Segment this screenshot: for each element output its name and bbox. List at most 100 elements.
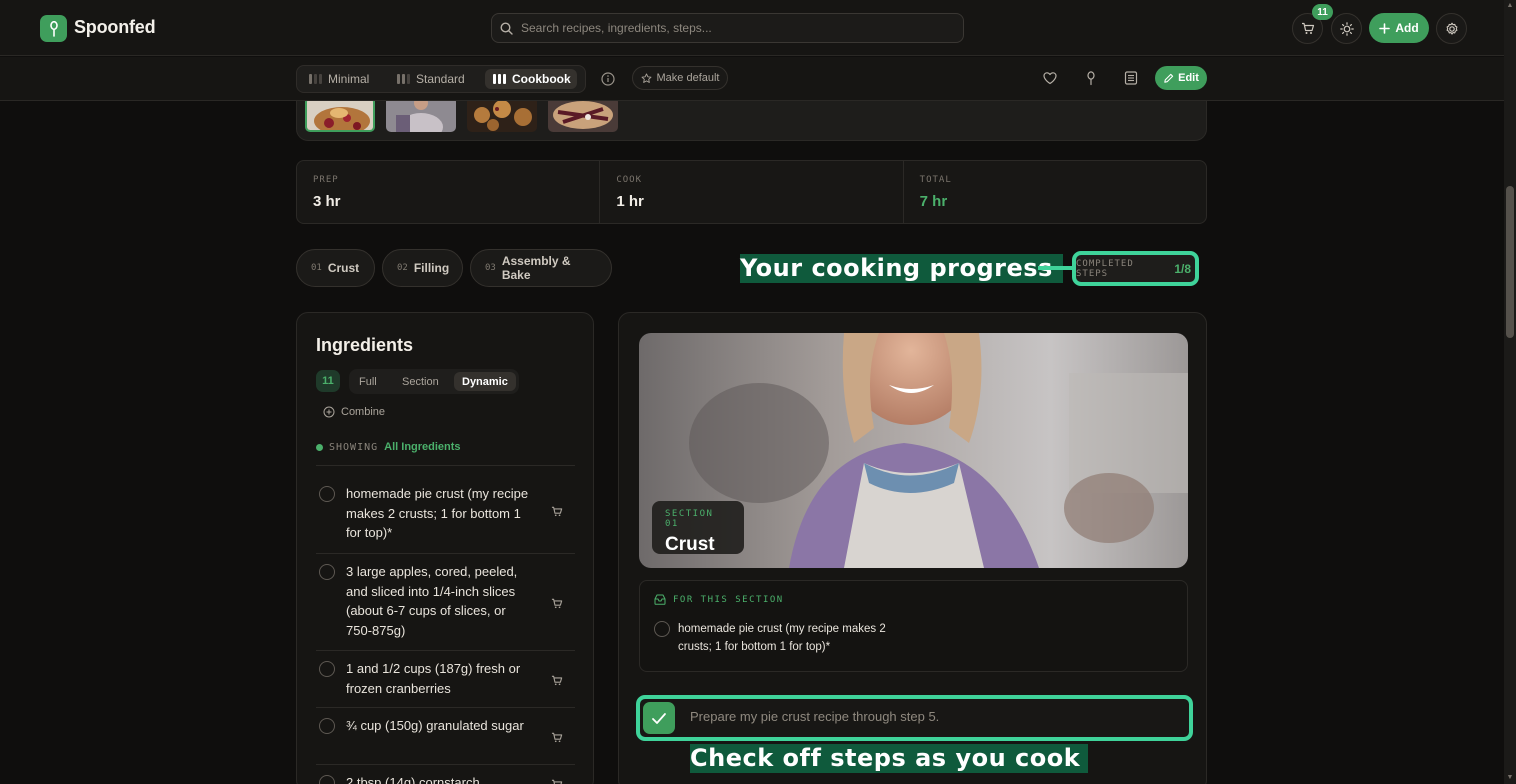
ingredient-checkbox[interactable] [319, 718, 335, 734]
checkmark-icon [651, 712, 667, 725]
for-this-section-header: FOR THIS SECTION [654, 594, 784, 605]
ingredient-text: 1 and 1/2 cups (187g) fresh or frozen cr… [346, 661, 521, 696]
add-to-cart-icon[interactable] [551, 732, 563, 743]
showing-label: SHOWING [329, 441, 379, 453]
ingredient-mode-switcher: Full Section Dynamic [349, 369, 519, 394]
gallery-thumbnail[interactable] [467, 101, 537, 132]
ingredient-checkbox[interactable] [319, 661, 335, 677]
cart-count-badge: 11 [1312, 4, 1333, 20]
cart-icon [1301, 22, 1315, 35]
ingredient-text: 3 large apples, cored, peeled, and slice… [346, 564, 518, 638]
minimal-view-icon [309, 74, 322, 84]
view-standard-tab[interactable]: Standard [389, 69, 471, 89]
total-time-value: 7 hr [919, 193, 948, 210]
cook-time-value: 1 hr [616, 193, 644, 210]
section-tab-label: Assembly & Bake [501, 254, 571, 282]
step-checkbox[interactable] [643, 702, 675, 734]
add-to-cart-icon[interactable] [551, 779, 563, 784]
total-time-label: TOTAL [919, 175, 952, 185]
ingredient-item: 2 tbsp (14g) cornstarch [316, 765, 575, 784]
pencil-icon [1163, 73, 1174, 84]
settings-button[interactable] [1436, 13, 1467, 44]
ingredient-checkbox[interactable] [319, 564, 335, 580]
star-icon [641, 72, 652, 84]
scrollbar[interactable] [1504, 0, 1516, 784]
sun-icon [1339, 21, 1354, 36]
section-tab-label: Crust [327, 261, 360, 275]
make-default-button[interactable]: Make default [632, 66, 728, 90]
tray-icon [654, 594, 666, 605]
section-tab-crust[interactable]: 01 Crust [296, 249, 375, 287]
search-input[interactable]: Search recipes, ingredients, steps... [521, 21, 712, 35]
photo-gallery [296, 101, 1207, 141]
mode-section-tab[interactable]: Section [394, 372, 447, 391]
for-this-section-label: FOR THIS SECTION [673, 594, 784, 605]
completed-steps-indicator: COMPLETED STEPS 1/8 [1072, 251, 1199, 286]
step-text: Prepare my pie crust recipe through step… [690, 709, 940, 724]
section-tab-assembly-bake[interactable]: 03 Assembly & Bake [470, 249, 612, 287]
callout-connector [1038, 266, 1074, 270]
scroll-down-arrow[interactable]: ▼ [1506, 774, 1514, 782]
ingredient-item: 3 large apples, cored, peeled, and slice… [316, 554, 575, 651]
add-to-cart-icon[interactable] [551, 598, 563, 609]
ingredients-title: Ingredients [316, 335, 414, 355]
gallery-thumbnail[interactable] [305, 101, 375, 132]
view-standard-label: Standard [416, 72, 465, 86]
combine-label: Combine [341, 406, 386, 418]
search-bar[interactable]: Search recipes, ingredients, steps... [491, 13, 964, 43]
mode-dynamic-tab[interactable]: Dynamic [454, 372, 516, 391]
add-button-label: Add [1395, 21, 1419, 35]
section-chip: SECTION 01 Crust [652, 501, 744, 555]
add-to-cart-icon[interactable] [551, 675, 563, 686]
edit-button[interactable]: Edit [1155, 66, 1207, 90]
view-minimal-tab[interactable]: Minimal [301, 69, 379, 89]
heart-icon[interactable] [1042, 70, 1058, 86]
gallery-thumbnail[interactable] [386, 101, 456, 132]
section-name: Crust [665, 534, 715, 555]
ingredient-count-badge: 11 [316, 370, 340, 392]
add-button[interactable]: Add [1369, 13, 1429, 43]
info-icon[interactable] [600, 71, 616, 87]
section-ingredient-checkbox[interactable] [654, 621, 670, 637]
edit-button-label: Edit [1178, 72, 1199, 84]
ingredients-panel: Ingredients 11 Full Section Dynamic Comb… [296, 312, 594, 784]
mode-full-tab[interactable]: Full [351, 372, 385, 391]
top-bar: Spoonfed Search recipes, ingredients, st… [0, 0, 1516, 56]
section-ingredient-text: homemade pie crust (my recipe makes 2 cr… [678, 623, 886, 653]
ingredient-item: homemade pie crust (my recipe makes 2 cr… [316, 466, 575, 554]
ingredient-checkbox[interactable] [319, 775, 335, 784]
make-default-label: Make default [656, 72, 720, 84]
section-ingredients-box: FOR THIS SECTION homemade pie crust (my … [639, 580, 1188, 672]
scrollbar-thumb[interactable] [1506, 186, 1514, 338]
combine-button[interactable]: Combine [323, 406, 385, 418]
scroll-up-arrow[interactable]: ▲ [1506, 2, 1514, 10]
search-icon [500, 21, 513, 35]
section-tab-number: 03 [485, 263, 496, 273]
cook-time-label: COOK [616, 175, 643, 185]
view-minimal-label: Minimal [328, 72, 370, 86]
section-tab-label: Filling [413, 261, 450, 275]
cook-time: COOK 1 hr [600, 161, 904, 223]
section-tab-number: 01 [311, 263, 322, 273]
list-icon[interactable] [1123, 70, 1139, 86]
add-to-cart-icon[interactable] [551, 506, 563, 517]
plus-circle-icon [323, 406, 335, 418]
view-cookbook-tab[interactable]: Cookbook [485, 69, 577, 89]
ingredient-text: 2 tbsp (14g) cornstarch [346, 775, 480, 784]
ingredient-item: ¾ cup (150g) granulated sugar [316, 708, 575, 765]
total-time: TOTAL 7 hr [904, 161, 1206, 223]
gallery-thumbnail[interactable] [548, 101, 618, 132]
logo-icon[interactable] [40, 15, 67, 42]
pin-icon[interactable] [1083, 70, 1099, 86]
completed-steps-value: 1/8 [1174, 261, 1191, 276]
theme-toggle-button[interactable] [1331, 13, 1362, 44]
app-name[interactable]: Spoonfed [74, 17, 156, 38]
view-mode-switcher: Minimal Standard Cookbook [296, 65, 586, 93]
cookbook-view-icon [493, 74, 506, 84]
ingredient-checkbox[interactable] [319, 486, 335, 502]
step-row[interactable]: Prepare my pie crust recipe through step… [636, 695, 1193, 741]
section-tab-filling[interactable]: 02 Filling [382, 249, 463, 287]
prep-time: PREP 3 hr [297, 161, 601, 223]
ingredient-text: ¾ cup (150g) granulated sugar [346, 718, 524, 733]
section-tab-number: 02 [397, 263, 408, 273]
